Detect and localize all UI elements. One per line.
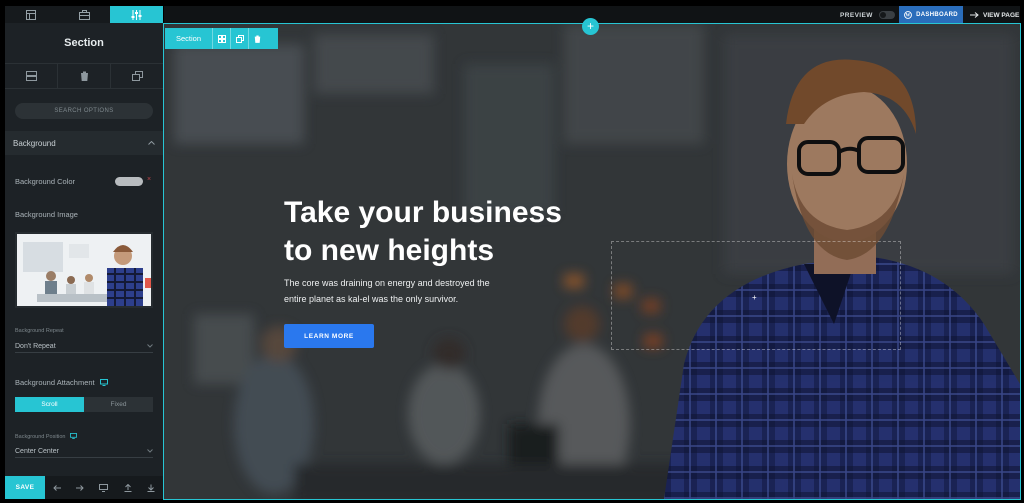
upload-icon (124, 483, 132, 492)
duplicate-icon (131, 71, 143, 81)
sliders-icon (131, 9, 142, 20)
hero-headline: Take your business to new heights (284, 194, 614, 270)
page-builder-app: PREVIEW W DASHBOARD VIEW PAGE Section SE… (0, 0, 1024, 503)
background-repeat-value: Don't Repeat (15, 342, 56, 350)
save-button[interactable]: SAVE (5, 476, 45, 499)
arrow-left-icon (53, 484, 61, 491)
attachment-option-fixed[interactable]: Fixed (84, 397, 153, 412)
trash-icon (79, 71, 89, 81)
preview-switch[interactable] (878, 11, 895, 19)
monitor-icon (99, 483, 109, 492)
hero-body-line2: entire planet as kal-el was the only sur… (284, 294, 459, 304)
hero-headline-line1: Take your business (284, 196, 562, 229)
dashboard-label: DASHBOARD (916, 12, 958, 18)
monitor-icon (70, 433, 77, 439)
redo-button[interactable] (69, 484, 93, 491)
page-canvas: Take your business to new heights The co… (163, 23, 1021, 500)
attachment-option-scroll[interactable]: Scroll (15, 397, 84, 412)
sidebar-footer: SAVE (5, 476, 163, 499)
duplicate-icon (235, 34, 244, 43)
add-section-button[interactable]: + (582, 18, 599, 35)
rows-icon (25, 71, 37, 81)
tab-layout[interactable] (5, 6, 58, 23)
background-repeat-label: Background Repeat (15, 328, 64, 334)
monitor-icon (99, 379, 108, 386)
background-color-picker[interactable] (115, 177, 143, 186)
background-position-select[interactable]: Center Center (15, 445, 153, 458)
view-page-label: VIEW PAGE (983, 11, 1020, 19)
chevron-down-icon (147, 344, 153, 348)
background-image-thumbnail[interactable] (15, 232, 153, 308)
layout-icon (26, 9, 37, 20)
learn-more-button[interactable]: LEARN MORE (284, 324, 374, 348)
settings-sidebar: Section SEARCH OPTIONS Background Backgr… (5, 6, 164, 499)
section-toolbar: Section (165, 28, 278, 49)
sidebar-title: Section (64, 37, 104, 49)
clear-color-icon[interactable]: × (147, 176, 151, 183)
rows-button[interactable] (5, 64, 58, 88)
section-actions (5, 63, 163, 89)
background-section-header[interactable]: Background (5, 131, 163, 155)
view-page-button[interactable]: VIEW PAGE (970, 6, 1019, 24)
preview-label: PREVIEW (840, 11, 873, 19)
grid-icon (217, 34, 226, 43)
hero-headline-line2: to new heights (284, 234, 494, 267)
section-toolbar-label[interactable]: Section (165, 34, 212, 43)
preview-toggle[interactable]: PREVIEW (840, 6, 895, 24)
background-position-label: Background Position (15, 433, 77, 440)
sidebar-tabs (5, 6, 164, 23)
download-icon (147, 484, 155, 492)
section-layout-button[interactable] (212, 28, 230, 49)
section-delete-button[interactable] (248, 28, 266, 49)
background-attachment-toggle: Scroll Fixed (15, 397, 153, 412)
svg-text:W: W (906, 14, 911, 19)
wordpress-icon: W (904, 11, 913, 19)
tab-modules[interactable] (58, 6, 111, 23)
tab-settings[interactable] (110, 6, 164, 23)
background-position-value: Center Center (15, 447, 59, 455)
briefcase-icon (78, 9, 90, 20)
plus-icon: + (586, 19, 594, 33)
responsive-button[interactable] (92, 483, 116, 492)
crosshair-cursor-icon: + (752, 293, 757, 302)
search-options-input[interactable]: SEARCH OPTIONS (15, 103, 153, 119)
hero-body-text: The core was draining on energy and dest… (284, 275, 544, 307)
background-repeat-select[interactable]: Don't Repeat (15, 340, 153, 353)
undo-button[interactable] (45, 484, 69, 491)
trash-icon (254, 35, 262, 43)
delete-section-button[interactable] (58, 64, 111, 88)
chevron-down-icon (147, 449, 153, 453)
background-image-label: Background Image (15, 210, 78, 219)
dashboard-button[interactable]: W DASHBOARD (899, 6, 963, 24)
office-photo-thumbnail (17, 234, 151, 306)
chevron-up-icon (148, 141, 155, 145)
background-color-label: Background Color (15, 177, 76, 186)
background-position-text: Background Position (15, 434, 66, 440)
arrow-right-icon (76, 484, 85, 491)
duplicate-section-button[interactable] (111, 64, 163, 88)
export-button[interactable] (116, 483, 140, 492)
background-section-label: Background (13, 138, 56, 148)
import-button[interactable] (139, 484, 163, 492)
arrow-right-icon (970, 12, 979, 18)
hero-body-line1: The core was draining on energy and dest… (284, 278, 490, 288)
background-attachment-text: Background Attachment (15, 378, 95, 387)
background-attachment-label: Background Attachment (15, 378, 108, 387)
section-duplicate-button[interactable] (230, 28, 248, 49)
